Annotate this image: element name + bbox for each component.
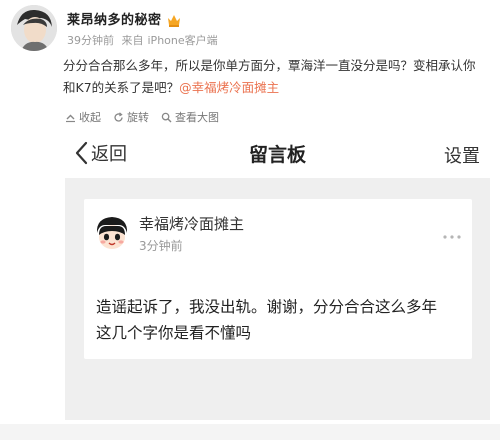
view-large-label: 查看大图 (175, 111, 219, 124)
embedded-screenshot[interactable]: 返回 留言板 设置 幸福烤冷面摊主 3分钟前 造谣起诉了，我没出轨。谢谢，分分合… (65, 130, 490, 420)
message-board-header: 返回 留言板 设置 (65, 130, 490, 178)
weibo-post: 莱昂纳多的秘密 39分钟前 来自 iPhone客户端 分分合合那么多年，所以是你单… (0, 0, 500, 440)
comment-line-2: 这几个字你是看不懂吗 (96, 324, 252, 342)
post-time[interactable]: 39分钟前 (67, 34, 114, 47)
post-header: 莱昂纳多的秘密 39分钟前 来自 iPhone客户端 (11, 5, 491, 55)
comment-line-1: 造谣起诉了，我没出轨。谢谢，分分合合这么多年 (96, 298, 438, 316)
back-button[interactable]: 返回 (75, 140, 127, 166)
post-source[interactable]: iPhone客户端 (148, 34, 218, 47)
author-avatar[interactable] (11, 5, 57, 51)
rotate-label: 旋转 (127, 111, 149, 124)
commenter-avatar[interactable] (92, 213, 132, 253)
view-large-icon (161, 112, 172, 122)
commenter-name[interactable]: 幸福烤冷面摊主 (139, 213, 244, 234)
crown-icon (167, 12, 181, 27)
page-title: 留言板 (248, 144, 306, 166)
settings-button[interactable]: 设置 (444, 142, 480, 168)
collapse-label: 收起 (79, 111, 101, 124)
collapse-icon (66, 114, 75, 122)
back-label: 返回 (91, 144, 127, 165)
collapse-button[interactable]: 收起 (65, 109, 101, 125)
view-large-button[interactable]: 查看大图 (161, 109, 219, 125)
post-meta: 39分钟前 来自 iPhone客户端 (67, 32, 222, 48)
rotate-icon (114, 111, 123, 122)
rotate-button[interactable]: 旋转 (113, 109, 149, 125)
bottom-divider (0, 424, 500, 440)
author-name[interactable]: 莱昂纳多的秘密 (67, 9, 162, 28)
comment-body: 造谣起诉了，我没出轨。谢谢，分分合合这么多年 这几个字你是看不懂吗 (96, 294, 466, 346)
mention-link[interactable]: @幸福烤冷面摊主 (179, 80, 279, 95)
comment-time: 3分钟前 (139, 239, 183, 253)
author-row: 莱昂纳多的秘密 (67, 9, 181, 28)
post-text: 分分合合那么多年，所以是你单方面分，覃海洋一直没分是吗？变相承认你和K7的关系了… (63, 55, 483, 99)
more-icon[interactable] (442, 225, 462, 244)
message-card: 幸福烤冷面摊主 3分钟前 造谣起诉了，我没出轨。谢谢，分分合合这么多年 这几个字… (84, 199, 472, 359)
source-prefix: 来自 (121, 34, 144, 47)
image-toolbar: 收起 旋转 查看大图 (65, 108, 495, 126)
back-chevron-icon (75, 141, 88, 165)
